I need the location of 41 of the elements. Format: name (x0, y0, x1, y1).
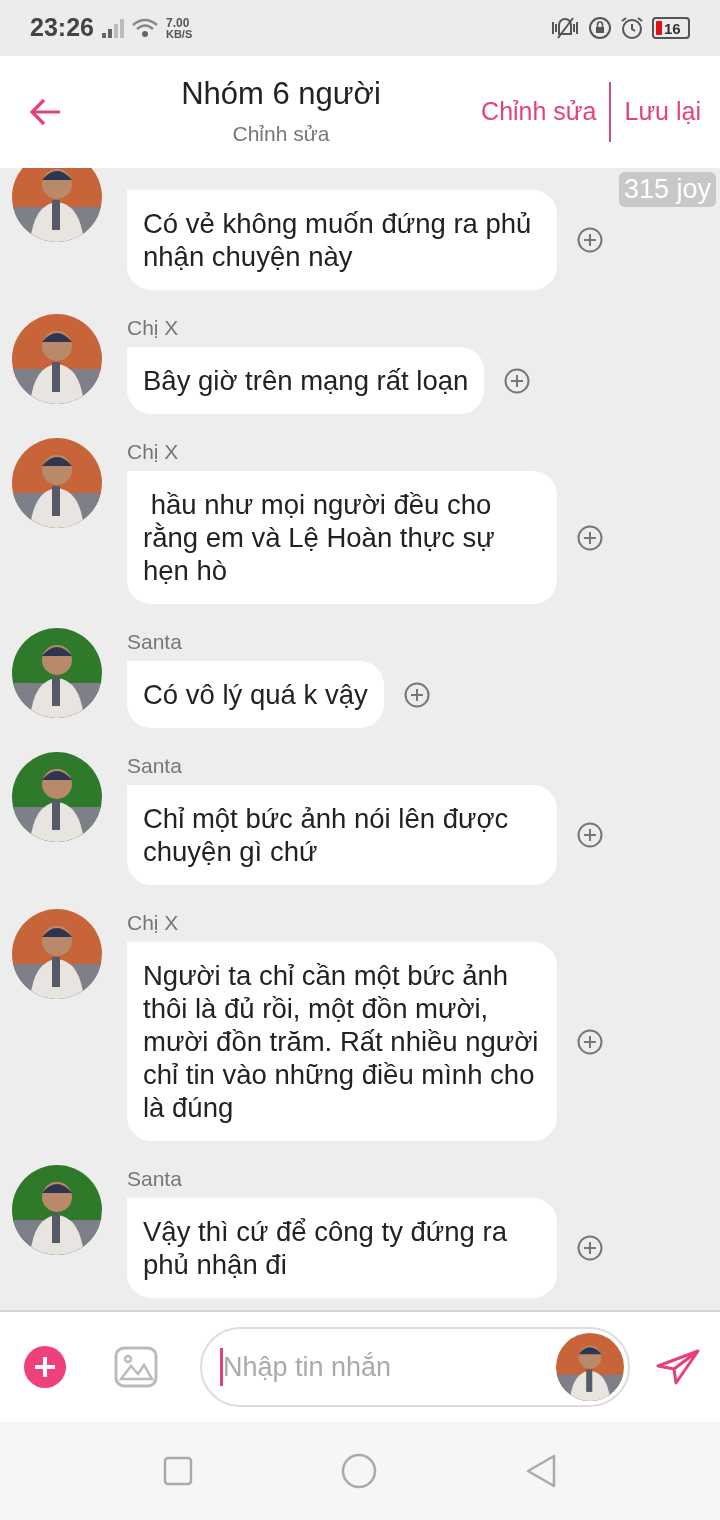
battery-indicator: 16 (652, 17, 690, 39)
chat-title: Nhóm 6 người (181, 75, 381, 113)
message-bubble: Người ta chỉ cần một bức ảnh thôi là đủ rồi, một đồn mười, mười đồn trăm. Rất nhiều người chỉ tin vào những điều mình cho là đúng (127, 942, 557, 1141)
header-action[interactable]: Lưu lại (624, 93, 701, 131)
sender-name: Santa (127, 753, 183, 779)
message-bubble: Chỉ một bức ảnh nói lên được chuyện gì chứ (127, 785, 557, 885)
signal-icon (101, 18, 124, 38)
message-field[interactable]: Nhập tin nhắn (200, 1327, 630, 1407)
add-icon[interactable] (577, 227, 603, 253)
vibrate-off-icon (550, 16, 580, 40)
sender-name: Chị X (127, 439, 180, 465)
sender-name: Santa (127, 629, 183, 655)
add-icon[interactable] (577, 822, 603, 848)
add-icon[interactable] (577, 1028, 603, 1055)
header-action[interactable]: Chỉnh sửa (481, 93, 597, 131)
add-icon[interactable] (403, 681, 430, 708)
message-bubble: Vậy thì cứ để công ty đứng ra phủ nhận đi (127, 1198, 557, 1298)
wifi-icon (131, 18, 158, 38)
sender-name: Chị X (127, 910, 180, 936)
sender-name: Chị X (127, 315, 180, 341)
back-arrow-icon[interactable] (28, 97, 62, 127)
rotation-lock-icon (588, 16, 612, 40)
alarm-icon (620, 16, 644, 40)
recent-apps-icon[interactable] (163, 1456, 193, 1486)
sender-name: Santa (127, 1166, 183, 1192)
back-icon[interactable] (525, 1454, 557, 1488)
clock: 23:26 (30, 12, 94, 44)
message-bubble: hầu như mọi người đều cho rằng em và Lệ Hoàn thực sự hẹn hò (127, 471, 557, 604)
message-bubble: Có vô lý quá k vậy (127, 661, 384, 728)
add-icon[interactable] (24, 1346, 66, 1388)
message-bubble: Có vẻ không muốn đứng ra phủ nhận chuyện này (127, 190, 557, 290)
speed-unit: KB/S (165, 28, 193, 40)
message-bubble: Bây giờ trên mạng rất loạn (127, 347, 485, 414)
add-icon[interactable] (504, 367, 531, 394)
send-icon[interactable] (656, 1349, 700, 1385)
message-input[interactable]: Nhập tin nhắn (223, 1346, 556, 1388)
add-icon[interactable] (577, 1235, 603, 1261)
add-icon[interactable] (577, 524, 603, 551)
home-icon[interactable] (341, 1453, 377, 1489)
network-speed: 7.00 (165, 16, 191, 29)
chat-subtitle: Chỉnh sửa (232, 120, 330, 147)
